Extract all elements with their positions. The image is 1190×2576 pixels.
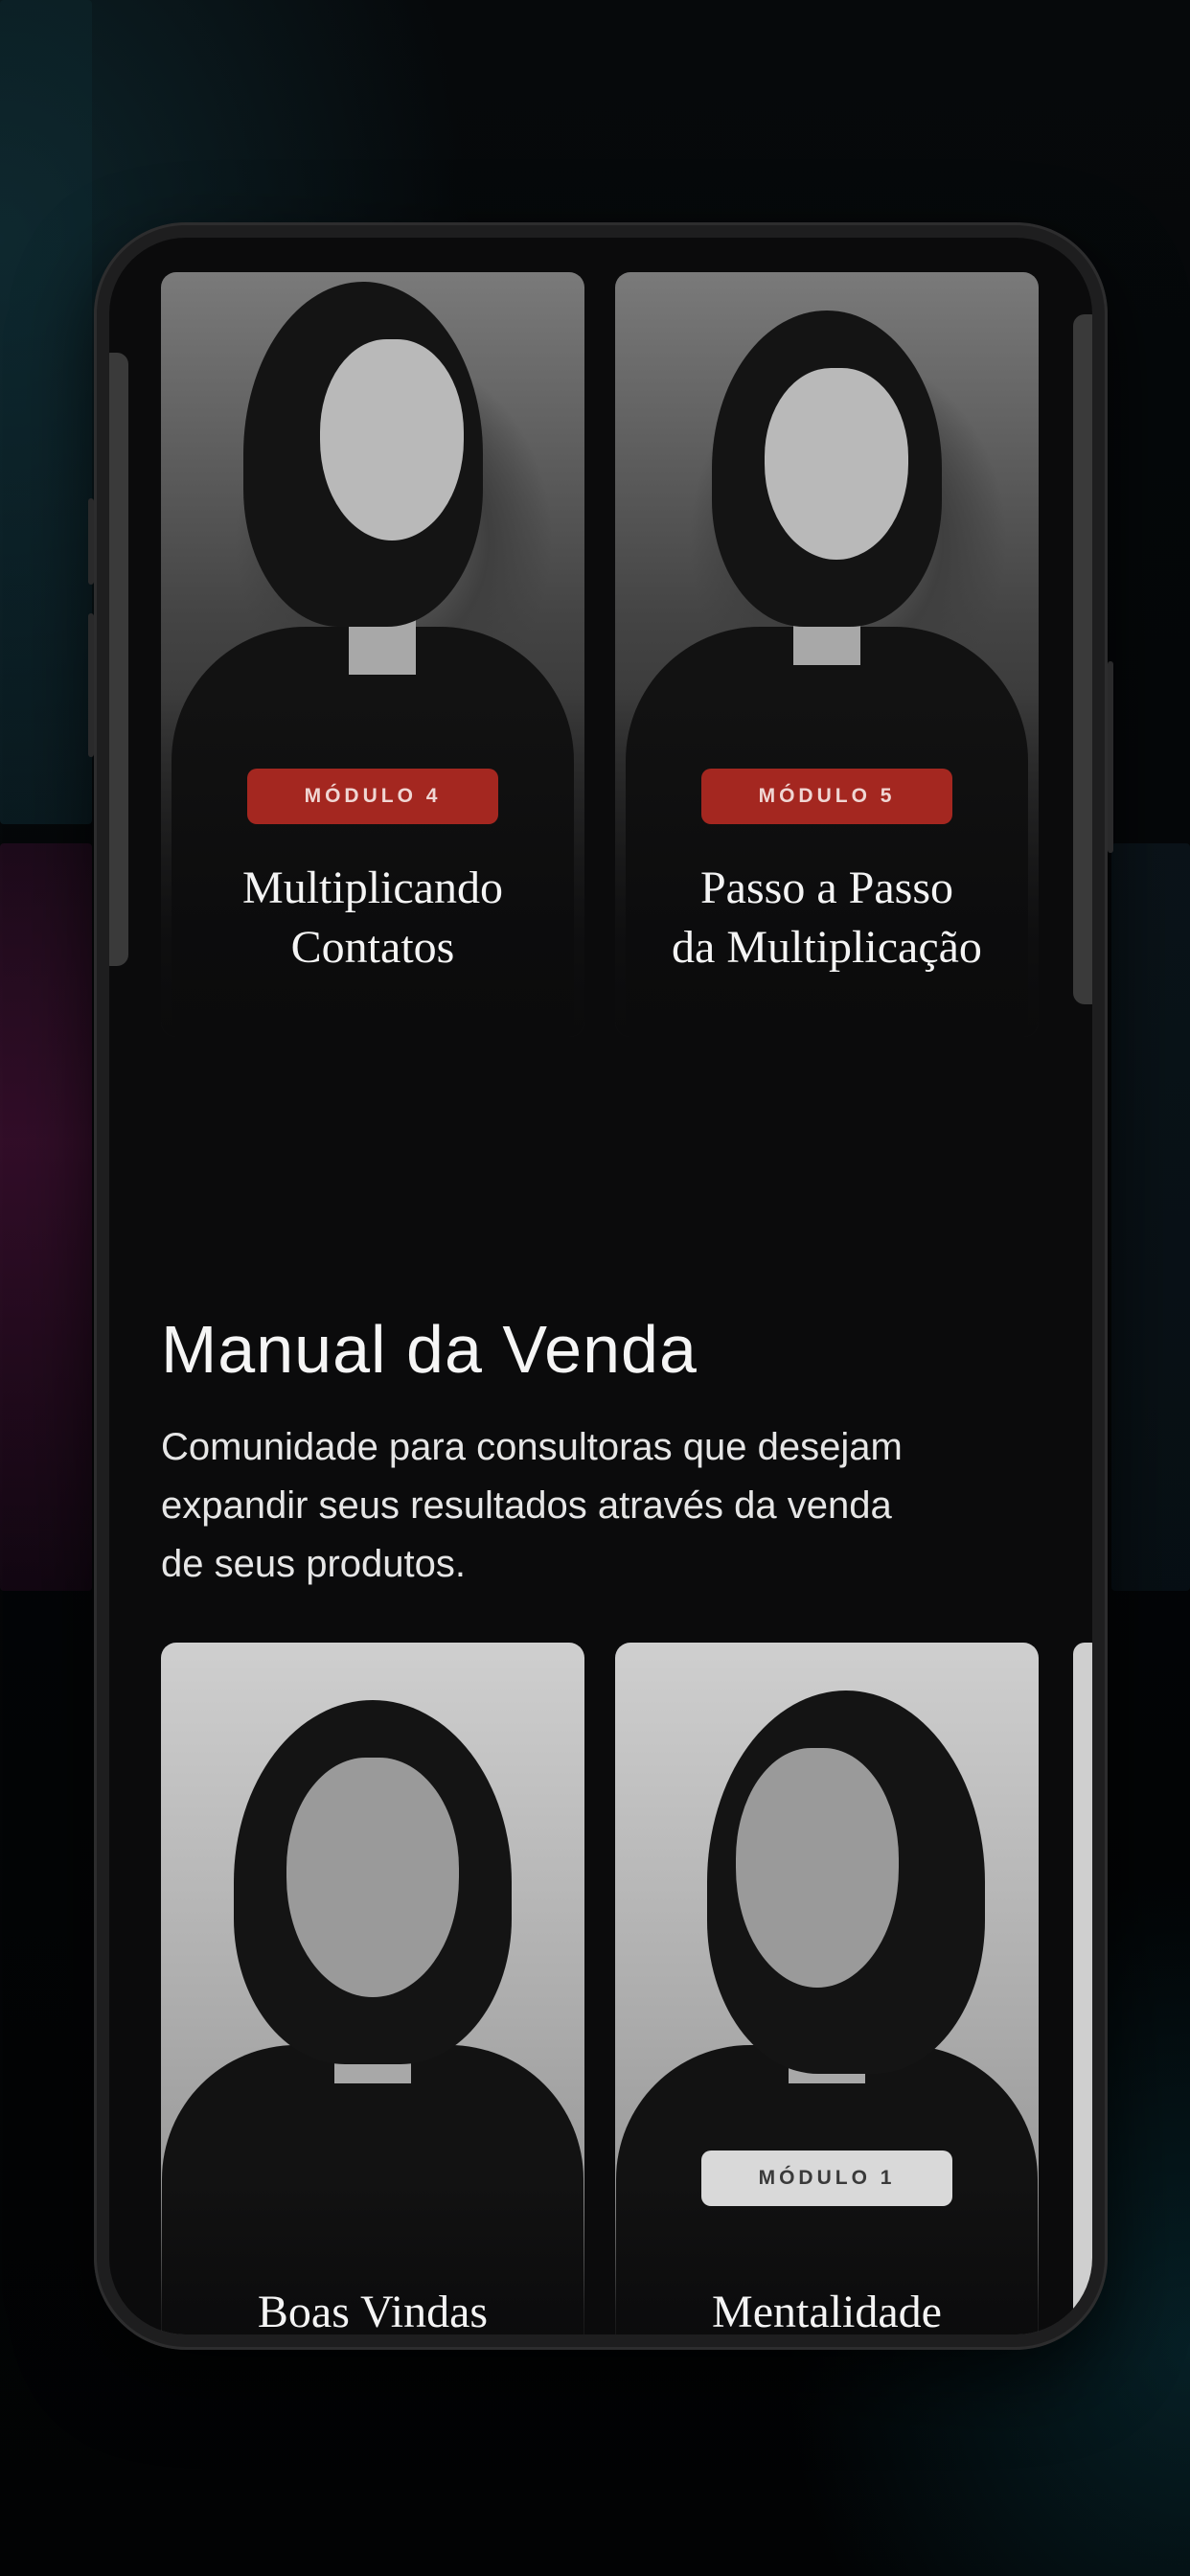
module-title: Passo a Passo da Multiplicação (615, 859, 1039, 978)
module-card-welcome[interactable]: Boas Vindas (161, 1643, 584, 2334)
module-card-4[interactable]: MÓDULO 4 Multiplicando Contatos (161, 272, 584, 1037)
phone-volume-button (88, 613, 94, 757)
person-face (736, 1748, 899, 1988)
module-title-line-1: Passo a Passo (699, 862, 954, 913)
background-poster-right (1111, 843, 1190, 1591)
person-face (286, 1758, 459, 1997)
phone-side-button (88, 498, 94, 585)
module-title: Multiplicando Contatos (161, 859, 584, 978)
card-peek-right (1073, 314, 1092, 1004)
module-title: Boas Vindas (257, 2287, 489, 2334)
background-poster-left-top (0, 0, 92, 824)
module-title: Mentalidade (712, 2287, 942, 2334)
card-peek-right (1073, 1643, 1092, 2333)
section-description: Comunidade para consultoras que desejam … (161, 1426, 903, 1585)
background-poster-left (0, 843, 92, 1591)
section-title: Manual da Venda (161, 1312, 698, 1387)
module-badge: MÓDULO 5 (701, 769, 952, 824)
person-face (765, 368, 908, 560)
module-badge: MÓDULO 1 (701, 2150, 952, 2206)
module-card-1[interactable]: MÓDULO 1 Mentalidade (615, 1643, 1039, 2334)
person-face (320, 339, 464, 540)
module-badge: MÓDULO 4 (247, 769, 498, 824)
phone-power-button (1108, 661, 1113, 853)
module-title-line-1: Multiplicando (242, 862, 503, 913)
card-peek-left (109, 353, 128, 966)
phone-screen: MÓDULO 4 Multiplicando Contatos MÓDULO 5… (109, 238, 1092, 2334)
module-title-line-2: Contatos (290, 922, 455, 973)
module-card-5[interactable]: MÓDULO 5 Passo a Passo da Multiplicação (615, 272, 1039, 1037)
module-title-line-2: da Multiplicação (672, 922, 982, 973)
